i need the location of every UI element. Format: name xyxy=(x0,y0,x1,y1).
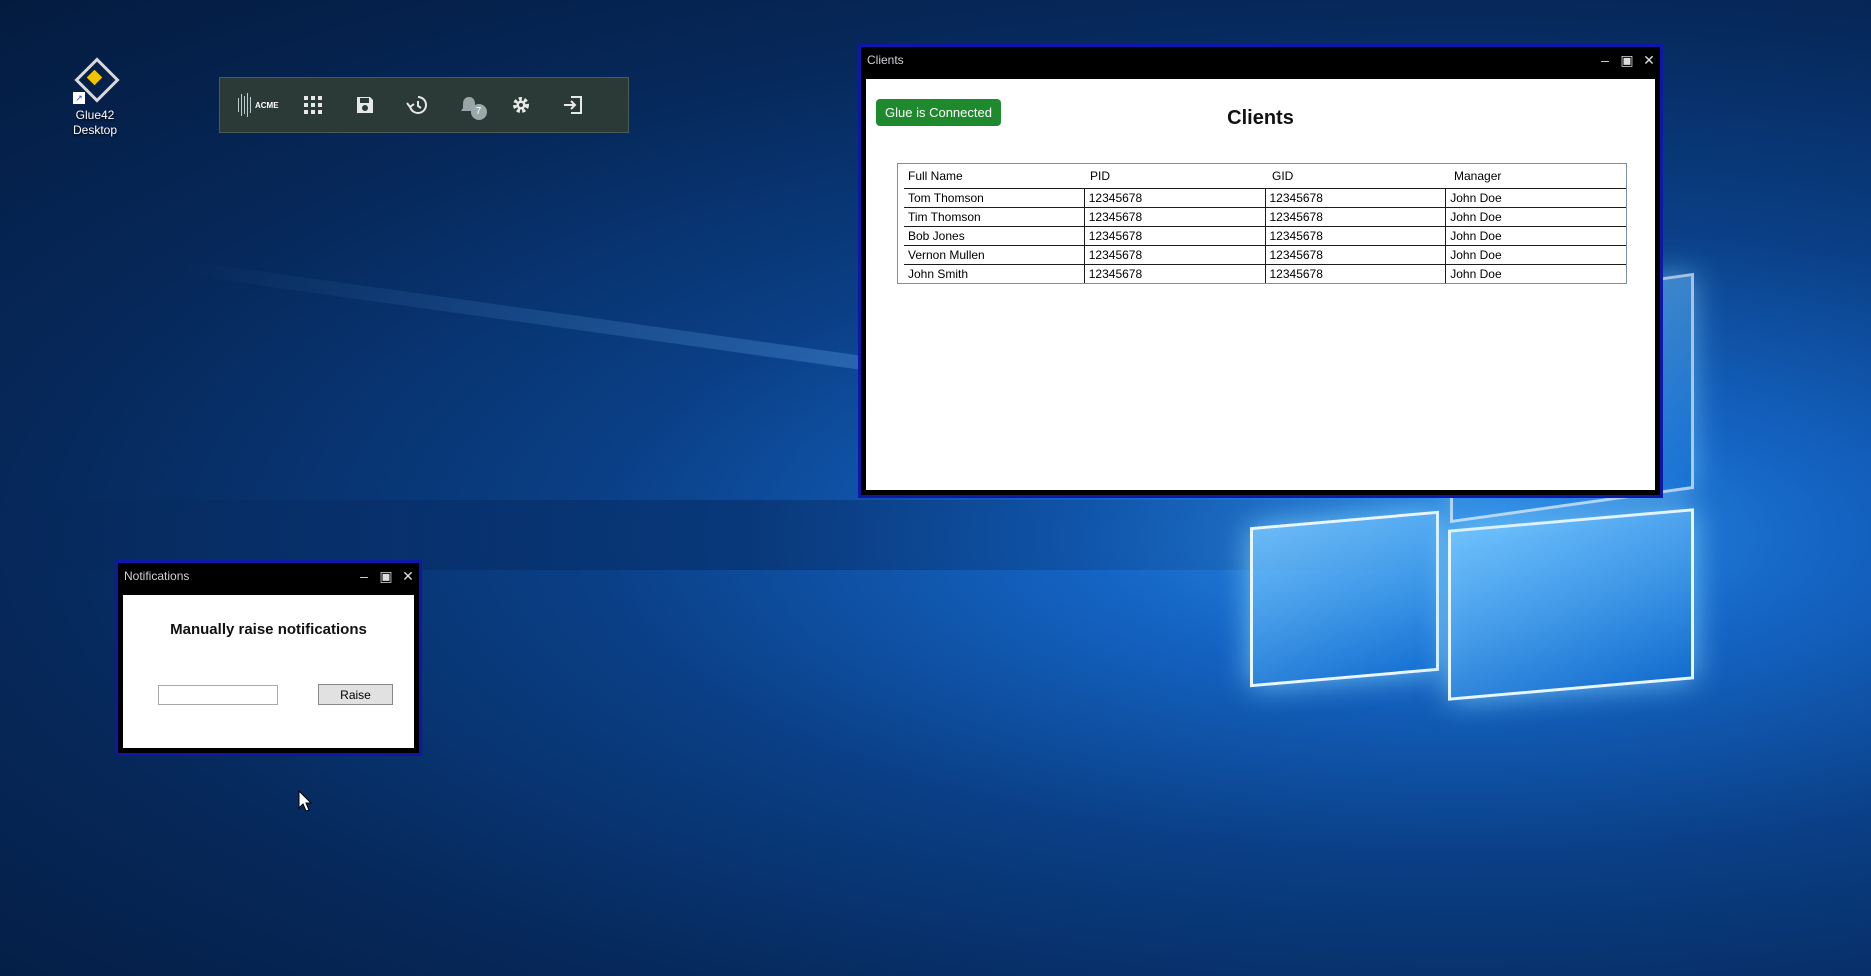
table-row[interactable]: Bob Jones 12345678 12345678 John Doe xyxy=(904,226,1626,245)
table-cell: 12345678 xyxy=(1266,208,1447,226)
history-button[interactable] xyxy=(391,78,443,132)
save-icon xyxy=(356,97,373,113)
table-row[interactable]: Tim Thomson 12345678 12345678 John Doe xyxy=(904,207,1626,226)
column-header[interactable]: Full Name xyxy=(898,169,1080,183)
table-row[interactable]: Tom Thomson 12345678 12345678 John Doe xyxy=(904,188,1626,207)
clients-content: Glue is Connected Clients Full Name PID … xyxy=(866,79,1655,490)
table-cell: 12345678 xyxy=(1266,189,1447,207)
notifications-content: Manually raise notifications Raise xyxy=(123,595,414,748)
table-cell: John Doe xyxy=(1450,248,1502,262)
notifications-heading: Manually raise notifications xyxy=(170,621,367,638)
table-cell: John Doe xyxy=(1450,191,1502,205)
notifications-count-badge: 7 xyxy=(470,104,487,120)
table-cell: 12345678 xyxy=(1085,208,1266,226)
notification-text-input[interactable] xyxy=(158,685,278,705)
acme-logo-text: ACME xyxy=(255,100,279,110)
settings-button[interactable] xyxy=(495,78,547,132)
table-cell: John Smith xyxy=(904,265,1085,283)
table-cell: 12345678 xyxy=(1266,265,1447,283)
table-cell: 12345678 xyxy=(1085,265,1266,283)
table-cell: 12345678 xyxy=(1085,189,1266,207)
acme-logo: ACME xyxy=(238,93,279,117)
table-cell: Bob Jones xyxy=(904,227,1085,245)
apps-grid-icon xyxy=(303,96,322,114)
windows-logo-pane xyxy=(1448,508,1694,701)
history-icon xyxy=(405,96,427,114)
desktop-icon-label-line1: Glue42 xyxy=(75,108,115,122)
windows-logo-pane xyxy=(1250,510,1439,688)
clients-titlebar[interactable]: Clients – ▣ ✕ xyxy=(861,47,1660,73)
table-cell: Tim Thomson xyxy=(904,208,1085,226)
table-cell: John Doe xyxy=(1450,210,1502,224)
table-cell: 12345678 xyxy=(1085,246,1266,264)
table-row[interactable]: John Smith 12345678 12345678 John Doe xyxy=(904,264,1626,283)
column-header[interactable]: Manager xyxy=(1444,169,1626,183)
table-cell: Vernon Mullen xyxy=(904,246,1085,264)
shortcut-arrow-icon: ↗ xyxy=(73,92,85,104)
close-button[interactable]: ✕ xyxy=(1638,52,1660,69)
table-cell: 12345678 xyxy=(1266,227,1447,245)
clients-table: Full Name PID GID Manager Tom Thomson 12… xyxy=(897,163,1627,284)
notifications-button[interactable]: 7 xyxy=(443,78,495,132)
minimize-button[interactable]: – xyxy=(353,568,375,584)
table-header: Full Name PID GID Manager xyxy=(898,164,1626,188)
exit-icon xyxy=(563,96,582,114)
window-title: Clients xyxy=(867,53,904,67)
close-button[interactable]: ✕ xyxy=(397,568,419,585)
glue42-toolbar: ACME 7 xyxy=(219,77,629,133)
acme-logo-bars-icon xyxy=(238,93,251,117)
window-title: Notifications xyxy=(124,569,190,583)
maximize-button[interactable]: ▣ xyxy=(375,568,397,585)
desktop-icon-label-line2: Desktop xyxy=(72,123,118,137)
table-cell: John Doe xyxy=(1450,229,1502,243)
column-header[interactable]: GID xyxy=(1262,169,1444,183)
column-header[interactable]: PID xyxy=(1080,169,1262,183)
mouse-cursor-icon xyxy=(298,790,312,812)
clients-window: Clients – ▣ ✕ Glue is Connected Clients … xyxy=(858,44,1663,498)
glue42-logo-icon: ↗ xyxy=(73,57,120,104)
maximize-button[interactable]: ▣ xyxy=(1616,52,1638,69)
notifications-titlebar[interactable]: Notifications – ▣ ✕ xyxy=(118,563,419,589)
gear-icon xyxy=(512,97,529,113)
apps-grid-button[interactable] xyxy=(287,78,339,132)
page-title: Clients xyxy=(1227,107,1294,129)
minimize-button[interactable]: – xyxy=(1594,52,1616,68)
table-cell: Tom Thomson xyxy=(904,189,1085,207)
table-cell: 12345678 xyxy=(1085,227,1266,245)
raise-button[interactable]: Raise xyxy=(318,684,393,705)
desktop-shortcut-glue42[interactable]: ↗ Glue42 Desktop xyxy=(62,57,128,138)
table-row[interactable]: Vernon Mullen 12345678 12345678 John Doe xyxy=(904,245,1626,264)
notifications-window: Notifications – ▣ ✕ Manually raise notif… xyxy=(115,560,422,756)
save-layout-button[interactable] xyxy=(339,78,391,132)
table-cell: John Doe xyxy=(1450,267,1502,281)
exit-button[interactable] xyxy=(547,78,599,132)
table-cell: 12345678 xyxy=(1266,246,1447,264)
